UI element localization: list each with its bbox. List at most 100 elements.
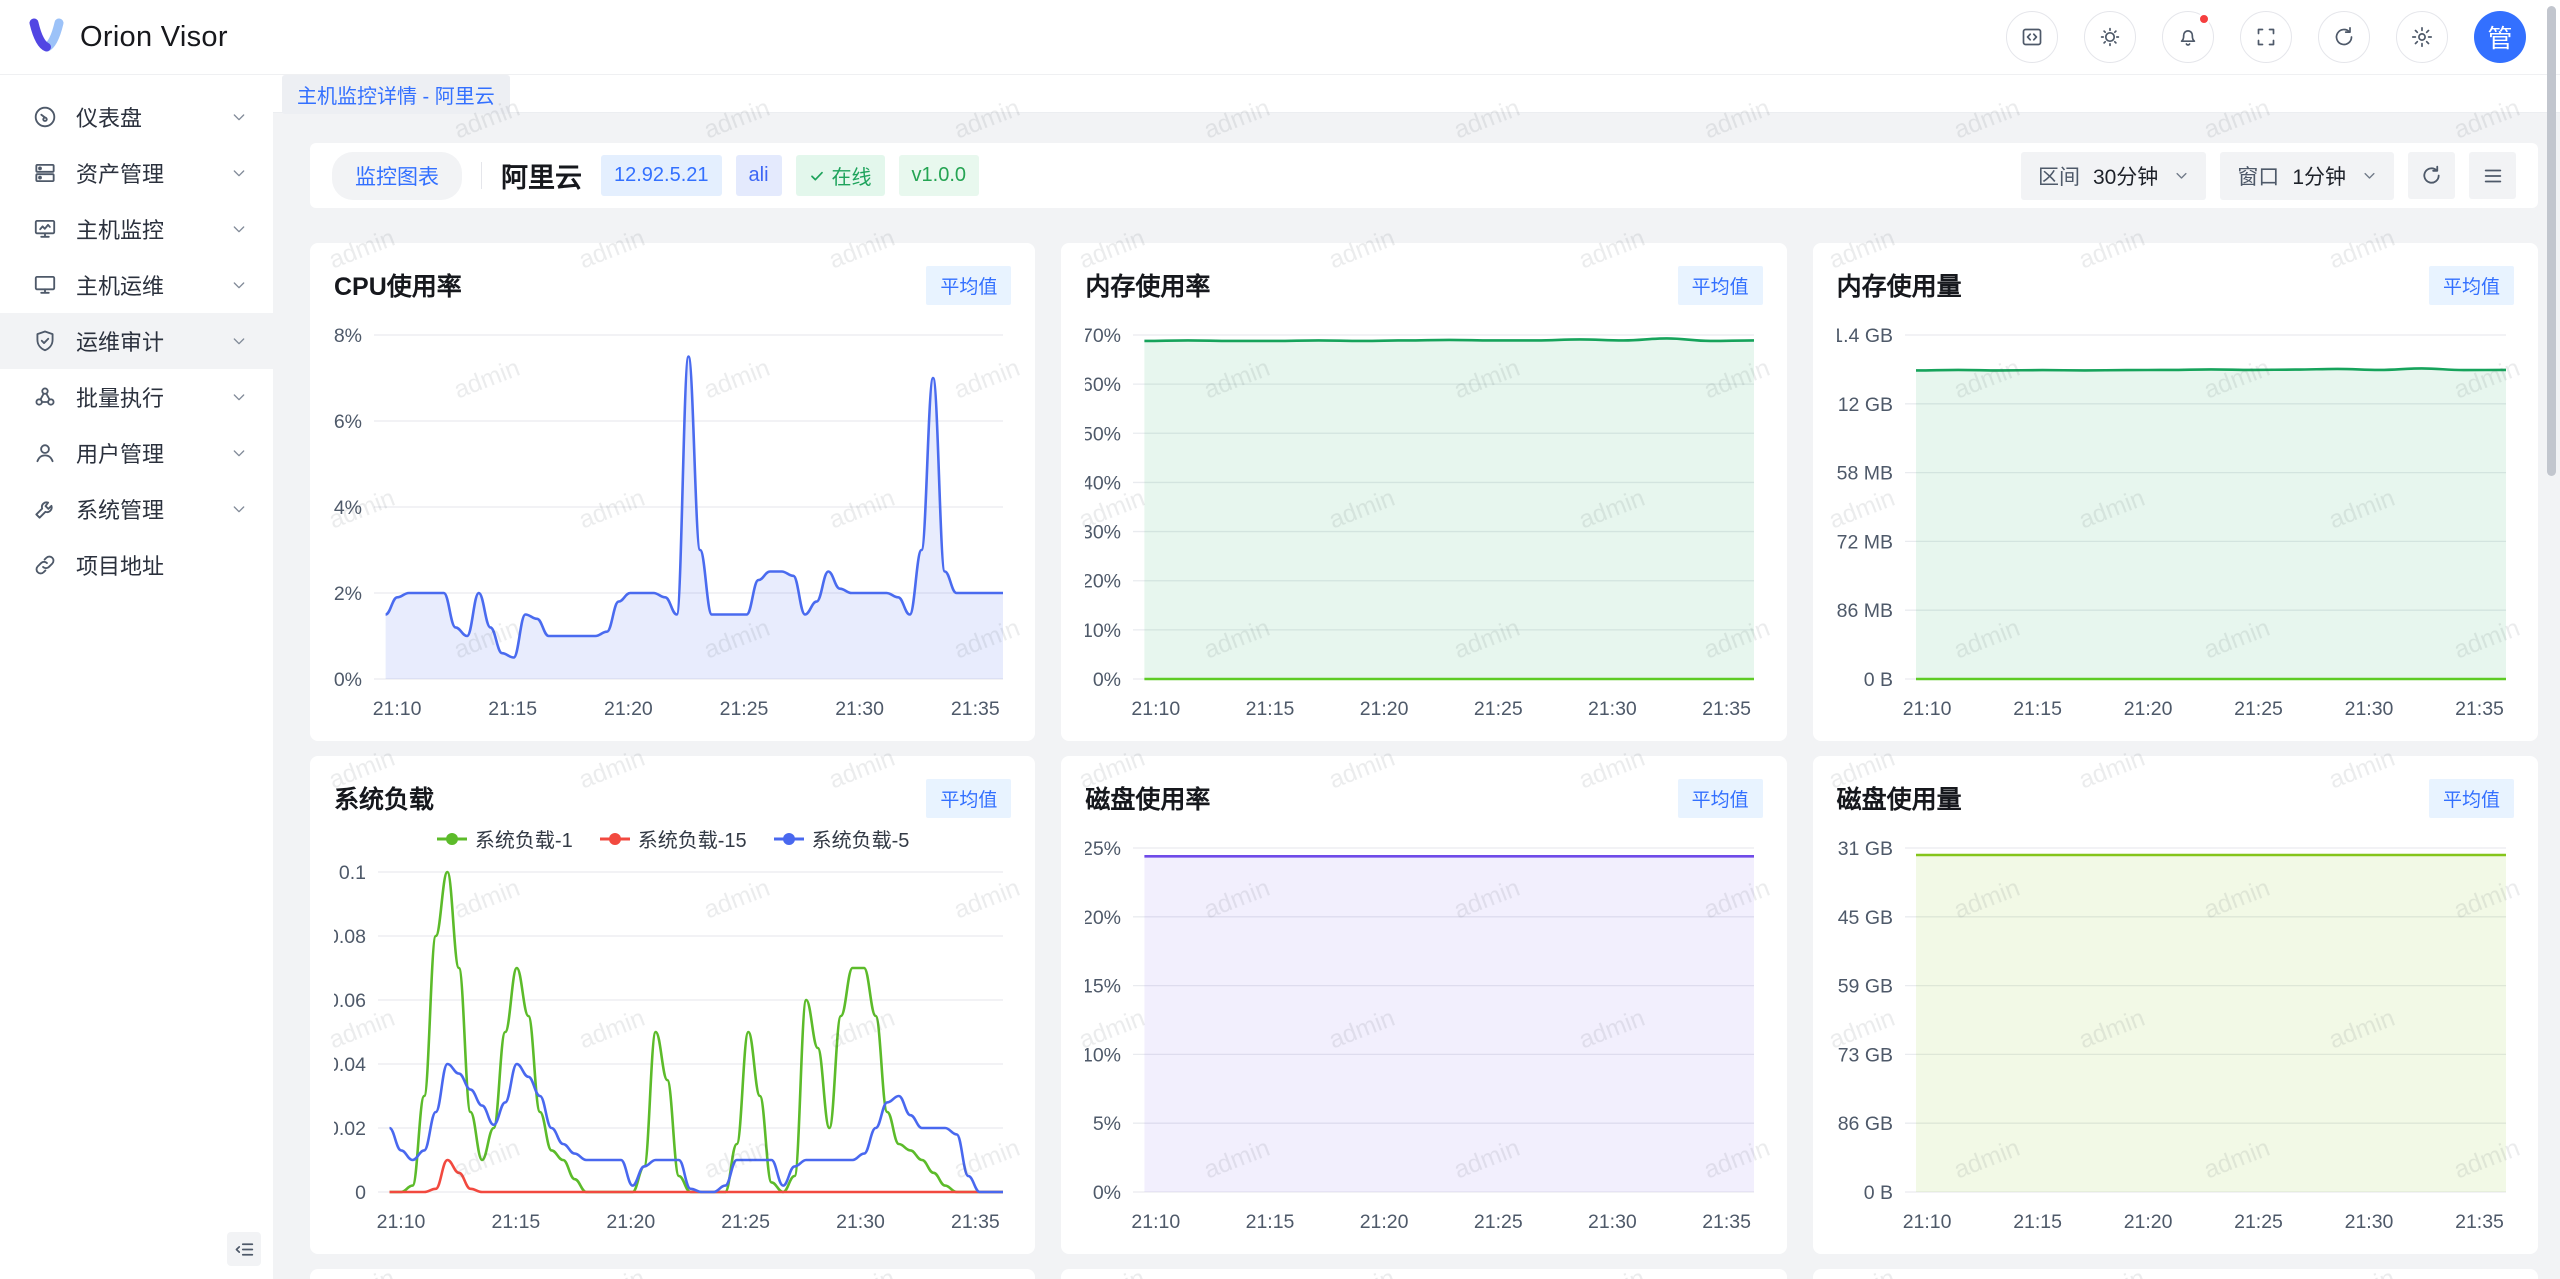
sidebar-item-label: 资产管理 [76, 157, 214, 189]
sidebar-item-project-url[interactable]: 项目地址 [0, 537, 273, 593]
sidebar-nav: 仪表盘资产管理主机监控主机运维运维审计批量执行用户管理系统管理项目地址 [0, 89, 273, 593]
top-bar: Orion Visor 管 [0, 0, 2560, 75]
chart-title: 磁盘使用量 [1837, 780, 1962, 816]
chart-title: 磁盘使用率 [1085, 780, 1210, 816]
fullscreen-icon [2254, 25, 2278, 49]
notifications-button[interactable] [2162, 11, 2214, 63]
range-select[interactable]: 区间 30分钟 [2021, 152, 2206, 200]
aggregation-badge[interactable]: 平均值 [1678, 266, 1763, 305]
series-area [1145, 856, 1755, 1192]
chevron-down-icon [231, 389, 247, 405]
aggregation-badge[interactable]: 平均值 [2429, 266, 2514, 305]
y-axis-label: 0 B [1863, 669, 1892, 691]
sidebar-item-host-monitor[interactable]: 主机监控 [0, 201, 273, 257]
y-axis-label: 70% [1085, 325, 1121, 347]
x-axis-label: 21:20 [1360, 698, 1409, 720]
y-axis-label: 5% [1093, 1113, 1121, 1135]
x-axis-label: 21:20 [606, 1211, 655, 1233]
legend-item[interactable]: 系统负载-1 [436, 824, 573, 853]
refresh-charts-button[interactable] [2408, 152, 2455, 199]
chart-canvas: 0 B286 MB572 MB858 MB1.12 GB1.4 GB21:102… [1837, 309, 2514, 731]
chart-plot-area: 0%5%10%15%20%25%21:1021:1521:2021:2521:3… [1085, 822, 1762, 1249]
chart-card-below-fold [1813, 1269, 2538, 1279]
x-axis-label: 21:25 [721, 1211, 770, 1233]
chevron-down-icon [231, 445, 247, 461]
aggregation-badge[interactable]: 平均值 [1678, 779, 1763, 818]
x-axis-label: 21:35 [1703, 698, 1752, 720]
sidebar-item-host-ops[interactable]: 主机运维 [0, 257, 273, 313]
window-select[interactable]: 窗口 1分钟 [2220, 152, 2394, 200]
chart-card-below-fold [310, 1269, 1035, 1279]
series-area [1916, 368, 2506, 679]
x-axis-label: 21:10 [373, 698, 422, 720]
host-status-tag: 在线 [796, 155, 885, 196]
x-axis-label: 21:35 [951, 698, 1000, 720]
sidebar-item-system[interactable]: 系统管理 [0, 481, 273, 537]
monitor-chart-button[interactable]: 监控图表 [332, 152, 462, 200]
chevron-down-icon [231, 277, 247, 293]
chart-card-0: CPU使用率平均值0%2%4%6%8%21:1021:1521:2021:252… [310, 243, 1035, 741]
y-axis-label: 0.06 [334, 990, 366, 1012]
charts-grid: CPU使用率平均值0%2%4%6%8%21:1021:1521:2021:252… [310, 243, 2538, 1279]
x-axis-label: 21:30 [1588, 698, 1637, 720]
series-area [1916, 855, 2506, 1192]
aggregation-badge[interactable]: 平均值 [926, 779, 1011, 818]
tab-host-monitor-detail[interactable]: 主机监控详情 - 阿里云 [282, 75, 510, 114]
sidebar-item-label: 主机监控 [76, 213, 214, 245]
chart-legend: 系统负载-1 系统负载-15 系统负载-5 [334, 824, 1011, 853]
assets-icon [31, 159, 59, 187]
user-avatar[interactable]: 管 [2474, 11, 2526, 63]
sidebar-item-label: 批量执行 [76, 381, 214, 413]
reload-button[interactable] [2318, 11, 2370, 63]
code-button[interactable] [2006, 11, 2058, 63]
aggregation-badge[interactable]: 平均值 [2429, 779, 2514, 818]
sidebar-item-label: 仪表盘 [76, 101, 214, 133]
agent-version-tag: v1.0.0 [899, 155, 979, 196]
y-axis-label: 572 MB [1837, 531, 1893, 553]
y-axis-label: 1.86 GB [1837, 1113, 1893, 1135]
theme-button[interactable] [2084, 11, 2136, 63]
tab-bar: 主机监控详情 - 阿里云 [273, 75, 2560, 113]
chart-title: 内存使用率 [1085, 267, 1210, 303]
sidebar-item-assets[interactable]: 资产管理 [0, 145, 273, 201]
x-axis-label: 21:35 [951, 1211, 1000, 1233]
legend-item[interactable]: 系统负载-15 [599, 824, 747, 853]
sidebar-item-batch-exec[interactable]: 批量执行 [0, 369, 273, 425]
sidebar-item-ops-audit[interactable]: 运维审计 [0, 313, 273, 369]
settings-button[interactable] [2396, 11, 2448, 63]
x-axis-label: 21:10 [1132, 698, 1181, 720]
fullscreen-button[interactable] [2240, 11, 2292, 63]
sidebar-item-label: 系统管理 [76, 493, 214, 525]
x-axis-label: 21:30 [1588, 1211, 1637, 1233]
logo-icon [26, 16, 68, 58]
sidebar-collapse-button[interactable] [227, 1232, 261, 1266]
range-select-value: 30分钟 [2093, 161, 2158, 191]
aggregation-badge[interactable]: 平均值 [926, 266, 1011, 305]
chart-plot-area: 0%2%4%6%8%21:1021:1521:2021:2521:3021:35 [334, 309, 1011, 736]
chevron-down-icon [231, 501, 247, 517]
sidebar-item-users[interactable]: 用户管理 [0, 425, 273, 481]
chart-layout-menu-button[interactable] [2469, 152, 2516, 199]
chevron-down-icon [231, 221, 247, 237]
y-axis-label: 2% [334, 583, 362, 605]
sidebar-item-dashboard[interactable]: 仪表盘 [0, 89, 273, 145]
chart-card-head: CPU使用率平均值 [334, 261, 1011, 309]
y-axis-label: 0.08 [334, 926, 366, 948]
y-axis-label: 15% [1085, 976, 1121, 998]
y-axis-label: 0.04 [334, 1054, 366, 1076]
legend-marker-icon [436, 832, 468, 846]
host-alias-tag: ali [736, 155, 782, 196]
y-axis-label: 6% [334, 411, 362, 433]
x-axis-label: 21:20 [2123, 1211, 2172, 1233]
sidebar-item-label: 用户管理 [76, 437, 214, 469]
y-axis-label: 0.02 [334, 1118, 366, 1140]
x-axis-label: 21:20 [1360, 1211, 1409, 1233]
legend-item[interactable]: 系统负载-5 [773, 824, 910, 853]
page-scrollbar[interactable] [2547, 6, 2556, 476]
x-axis-label: 21:35 [2455, 1211, 2504, 1233]
x-axis-label: 21:25 [720, 698, 769, 720]
y-axis-label: 60% [1085, 374, 1121, 396]
x-axis-label: 21:10 [1132, 1211, 1181, 1233]
x-axis-label: 21:15 [491, 1211, 540, 1233]
x-axis-label: 21:10 [1902, 1211, 1951, 1233]
